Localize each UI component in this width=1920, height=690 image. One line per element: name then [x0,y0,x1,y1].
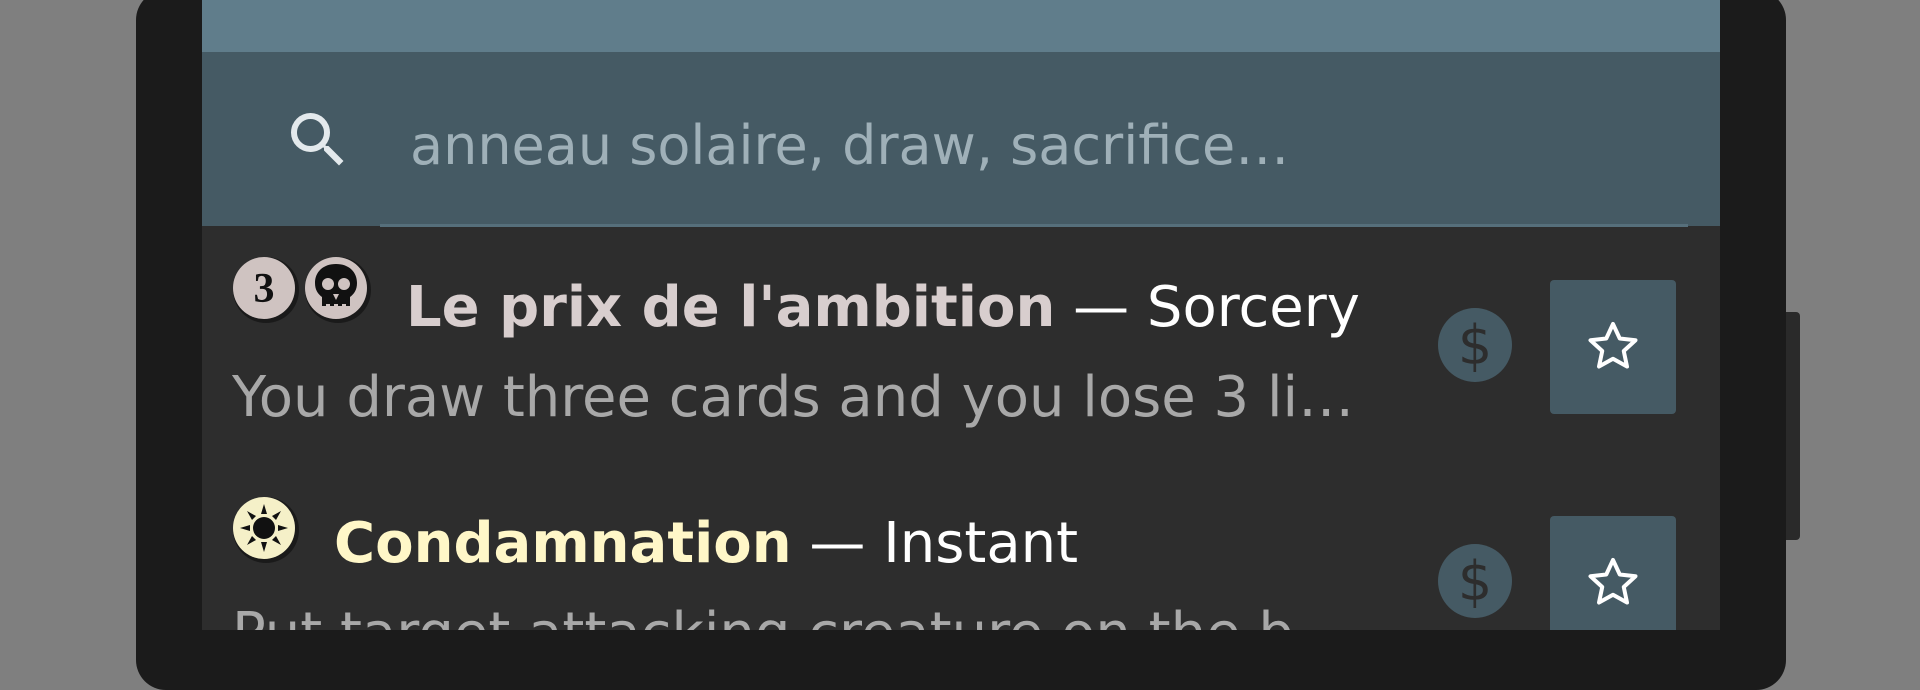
price-dollar-icon[interactable]: $ [1436,306,1514,384]
white-mana-sun-icon [233,497,299,563]
card-rules-text: You draw three cards and you lose 3 life… [232,365,1362,430]
favorite-button[interactable] [1550,516,1676,630]
mana-generic-3-icon: 3 [233,257,299,323]
device-side-button [1786,312,1800,540]
card-rules-text: Put target attacking creature on the bot… [232,594,1362,630]
app-screen: anneau solaire, draw, sacrifice… 3 Le pr… [202,0,1720,630]
favorite-button[interactable] [1550,280,1676,414]
search-icon[interactable] [282,104,354,176]
card-list-item[interactable]: 3 Le prix de l'ambition — Sorcery You dr… [202,226,1720,462]
card-name: Condamnation [334,511,792,576]
app-toolbar [202,0,1720,52]
svg-text:$: $ [1458,314,1492,377]
black-mana-skull-icon [305,257,371,323]
card-title-line: Le prix de l'ambition — Sorcery [406,268,1360,348]
card-type-line: — Instant [791,511,1079,576]
card-list-item[interactable]: Condamnation — Instant Put target attack… [202,462,1720,630]
mana-generic-value: 3 [254,266,275,312]
search-bar[interactable]: anneau solaire, draw, sacrifice… [202,52,1720,227]
card-name: Le prix de l'ambition [406,275,1056,340]
price-dollar-icon[interactable]: $ [1436,542,1514,620]
star-outline-icon [1588,322,1638,369]
card-title-line: Condamnation — Instant [334,504,1078,584]
search-input[interactable]: anneau solaire, draw, sacrifice… [410,106,1289,186]
svg-text:$: $ [1458,550,1492,613]
star-outline-icon [1588,558,1638,605]
card-type-line: — Sorcery [1055,275,1360,340]
